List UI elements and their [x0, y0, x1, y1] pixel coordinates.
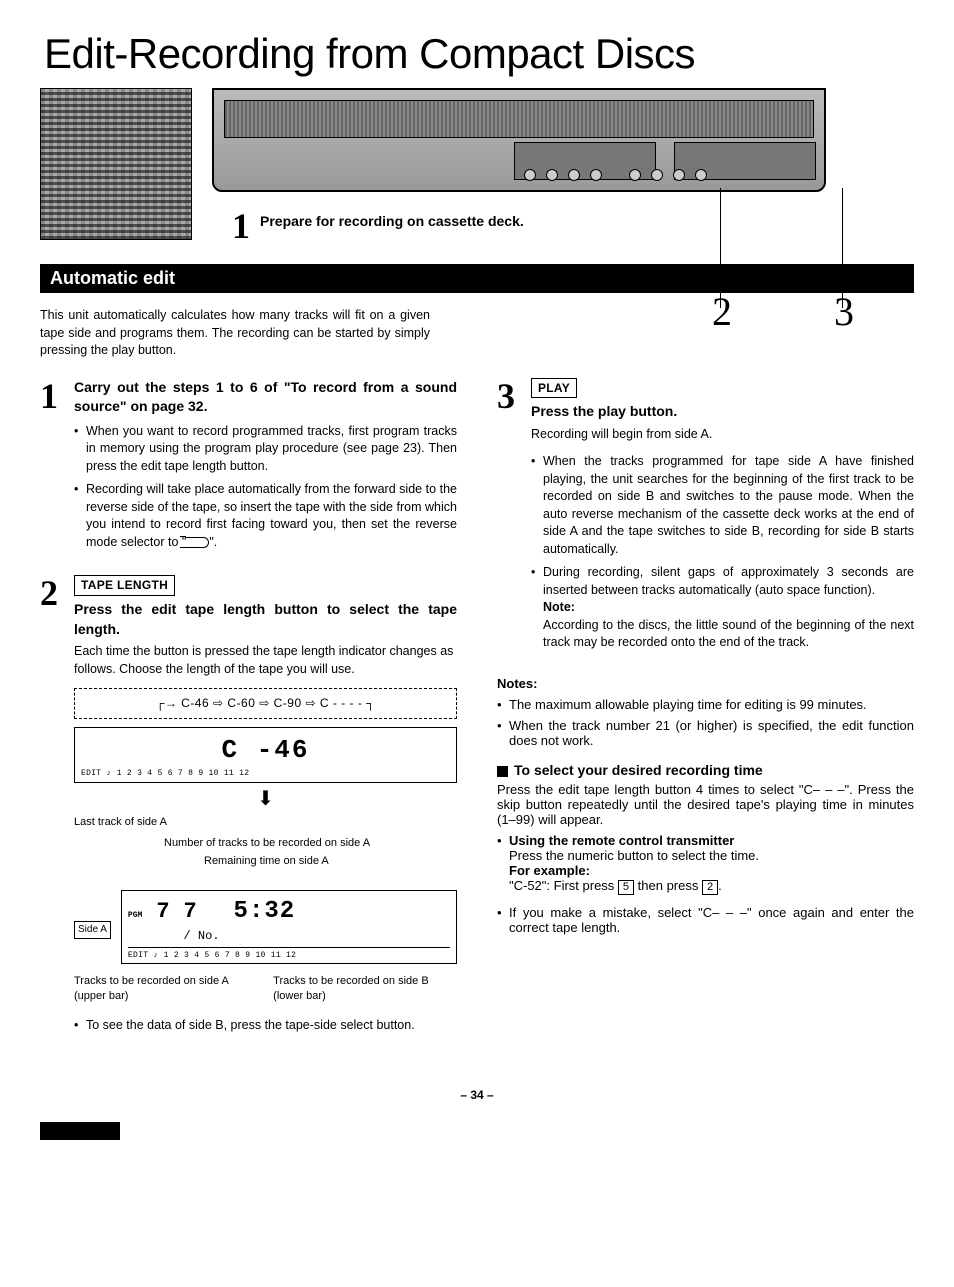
remote-control-body: Press the numeric button to select the t… [509, 848, 759, 863]
display-1-segment: C -46 [81, 732, 450, 768]
pgm-label: PGM [128, 910, 142, 921]
display-1-trackrow: EDIT ♪ 1 2 3 4 5 6 7 8 9 10 11 12 [81, 768, 450, 779]
square-bullet-icon [497, 766, 508, 777]
display-captions: Tracks to be recorded on side A (upper b… [74, 974, 457, 1005]
arrow-down-icon: ⬇ [74, 789, 457, 809]
section-heading-automatic-edit: Automatic edit [40, 264, 914, 293]
step-3-number: 3 [497, 378, 521, 658]
step-3-subtext: Recording will begin from side A. [531, 426, 914, 444]
hero-row: 1 Prepare for recording on cassette deck… [40, 88, 914, 244]
page-title: Edit-Recording from Compact Discs [44, 30, 914, 78]
step-2-heading: Press the edit tape length button to sel… [74, 600, 457, 639]
reverse-mode-icon [186, 537, 209, 548]
annotation-num-tracks: Number of tracks to be recorded on side … [164, 836, 370, 851]
step-3-bullet-2: During recording, silent gaps of approxi… [531, 564, 914, 652]
stereo-system-illustration [40, 88, 192, 240]
display-2-trackcount: 7 [156, 897, 169, 928]
callout-1-text: Prepare for recording on cassette deck. [260, 212, 524, 230]
remote-control-heading: Using the remote control transmitter [509, 833, 734, 848]
select-time-body: Press the edit tape length button 4 time… [497, 782, 914, 827]
side-a-tag: Side A [74, 921, 111, 939]
select-time-heading: To select your desired recording time [497, 762, 914, 778]
step-1-bullet-1: When you want to record programmed track… [74, 423, 457, 476]
last-track-label: Last track of side A [74, 815, 457, 830]
footer-black-block [40, 1122, 120, 1140]
step-2-footnote: To see the data of side B, press the tap… [74, 1017, 457, 1035]
step-3-note-label: Note: [543, 600, 575, 614]
step-2-number: 2 [40, 575, 64, 1040]
step-1-number: 1 [40, 378, 64, 558]
annotation-remaining-time: Remaining time on side A [204, 854, 329, 869]
example-text: "C-52": First press 5 then press 2. [509, 878, 722, 893]
key-2: 2 [702, 880, 718, 895]
callout-number-3: 3 [834, 288, 854, 335]
step-1: 1 Carry out the steps 1 to 6 of "To reco… [40, 378, 457, 558]
mistake-note: If you make a mistake, select "C– – –" o… [497, 905, 914, 935]
example-label: For example: [509, 863, 590, 878]
step-3-note-text: According to the discs, the little sound… [543, 618, 914, 650]
remote-control-block: Using the remote control transmitter Pre… [497, 833, 914, 895]
notes-heading: Notes: [497, 676, 914, 691]
display-1: C -46 EDIT ♪ 1 2 3 4 5 6 7 8 9 10 11 12 [74, 727, 457, 783]
step-1-heading: Carry out the steps 1 to 6 of "To record… [74, 378, 457, 417]
display-2-time: 5:32 [234, 895, 296, 929]
notes-bullet-2: When the track number 21 (or higher) is … [497, 718, 914, 748]
display-2-trackno: 7 [184, 899, 197, 924]
step-3-bullet-1: When the tracks programmed for tape side… [531, 453, 914, 558]
caption-side-b: Tracks to be recorded on side B (lower b… [273, 974, 457, 1005]
key-5: 5 [618, 880, 634, 895]
step-3: 3 PLAY Press the play button. Recording … [497, 378, 914, 658]
cd-player-wrap: 1 Prepare for recording on cassette deck… [212, 88, 826, 244]
display-2-trackrow: EDIT ♪ 1 2 3 4 5 6 7 8 9 10 11 12 [128, 950, 450, 961]
callout-number-1: 1 [232, 208, 250, 244]
step-1-bullet-2: Recording will take place automatically … [74, 481, 457, 551]
callout-step-1: 1 Prepare for recording on cassette deck… [232, 208, 524, 244]
callout-number-2: 2 [712, 288, 732, 335]
step-3-heading: Press the play button. [531, 402, 914, 422]
intro-paragraph: This unit automatically calculates how m… [40, 307, 430, 360]
page-number: – 34 – [40, 1088, 914, 1102]
left-column: 1 Carry out the steps 1 to 6 of "To reco… [40, 378, 457, 1059]
right-column: 3 PLAY Press the play button. Recording … [497, 378, 914, 1059]
step-2: 2 TAPE LENGTH Press the edit tape length… [40, 575, 457, 1040]
notes-bullet-1: The maximum allowable playing time for e… [497, 697, 914, 712]
notes-block: Notes: The maximum allowable playing tim… [497, 676, 914, 748]
caption-side-a: Tracks to be recorded on side A (upper b… [74, 974, 258, 1005]
step-2-body: Each time the button is pressed the tape… [74, 643, 457, 678]
display-2-no-label: / No. [184, 928, 220, 945]
tape-length-flow: ┌→ C-46 ⇨ C-60 ⇨ C-90 ⇨ C - - - - ┐ [74, 688, 457, 719]
diagram-annotations: Number of tracks to be recorded on side … [74, 836, 457, 890]
display-2: PGM 7 7 / No. 5:32 EDIT ♪ 1 2 3 4 5 6 7 … [121, 890, 457, 964]
play-label: PLAY [531, 378, 577, 399]
tape-length-label: TAPE LENGTH [74, 575, 175, 596]
cd-player-illustration [212, 88, 826, 192]
